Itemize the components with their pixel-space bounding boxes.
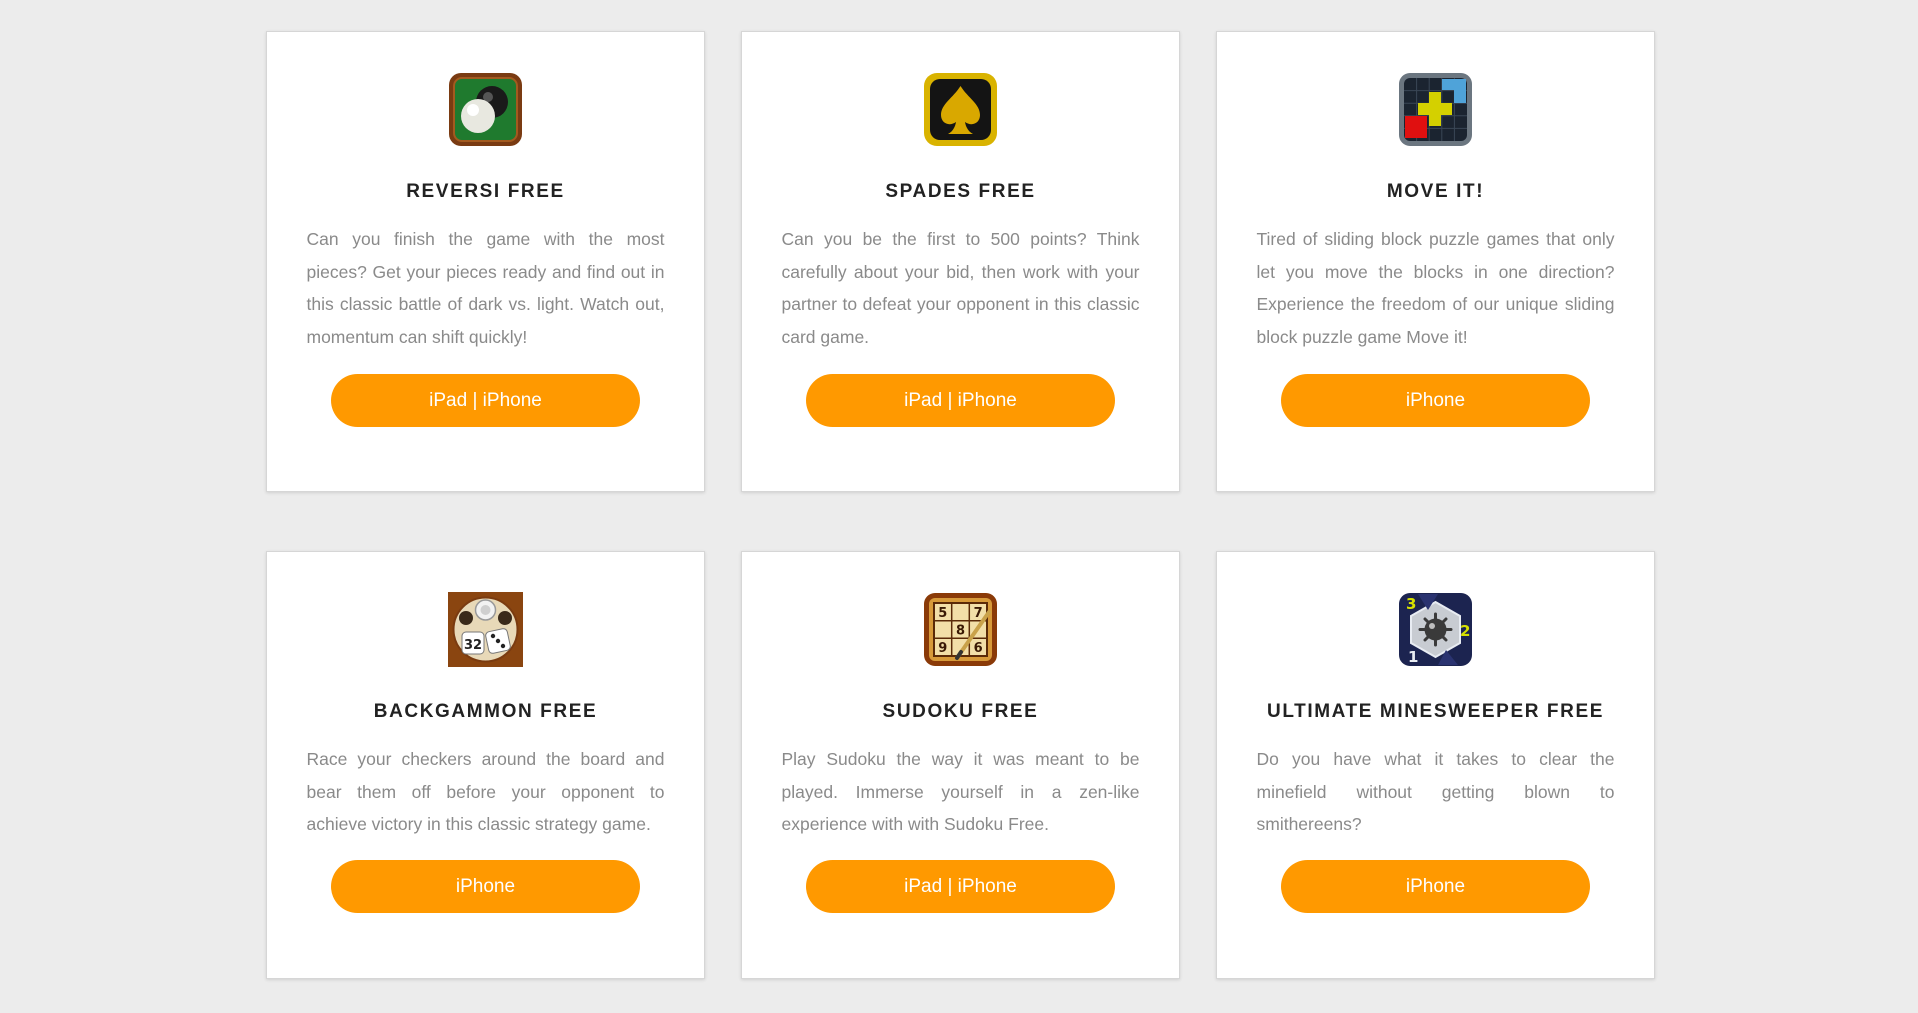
game-card-sudoku: 5 7 8 9 6 SUDOKU FREE Play Sudoku the wa… (741, 551, 1180, 979)
game-title: SPADES FREE (885, 181, 1036, 202)
backgammon-icon: 32 (448, 592, 523, 667)
move-it-icon (1399, 73, 1472, 146)
spades-icon (924, 73, 997, 146)
platform-button[interactable]: iPhone (331, 860, 640, 913)
sudoku-icon-digit: 7 (974, 606, 983, 621)
games-page: REVERSI FREE Can you finish the game wit… (0, 0, 1918, 1013)
game-card-reversi: REVERSI FREE Can you finish the game wit… (266, 31, 705, 492)
sudoku-icon-digit: 8 (956, 624, 965, 639)
game-description: Race your checkers around the board and … (306, 749, 665, 834)
sudoku-icon-digit: 6 (974, 641, 983, 656)
game-title: MOVE IT! (1386, 181, 1485, 202)
game-title: BACKGAMMON FREE (373, 701, 598, 722)
game-card-minesweeper: 3 2 1 ULTIMATE MINESWEEPER FREE Do you h… (1216, 551, 1655, 979)
game-card-spades: SPADES FREE Can you be the first to 500 … (741, 31, 1180, 492)
reversi-icon (449, 73, 522, 146)
game-title: ULTIMATE MINESWEEPER FREE (1267, 701, 1604, 722)
game-card-backgammon: 32 BACKGAMMON FREE Race your checkers ar… (266, 551, 705, 979)
sudoku-icon-digit: 5 (938, 606, 947, 621)
minesweeper-icon-number: 1 (1408, 648, 1418, 666)
game-description: Do you have what it takes to clear the m… (1256, 749, 1615, 834)
game-description: Play Sudoku the way it was meant to be p… (781, 749, 1140, 834)
backgammon-icon-label: 32 (464, 638, 482, 653)
game-description: Tired of sliding block puzzle games that… (1256, 229, 1615, 347)
games-grid: REVERSI FREE Can you finish the game wit… (266, 31, 1655, 979)
minesweeper-icon: 3 2 1 (1399, 593, 1472, 666)
game-description: Can you be the first to 500 points? Thin… (781, 229, 1140, 347)
platform-button[interactable]: iPad | iPhone (331, 374, 640, 427)
game-description: Can you finish the game with the most pi… (306, 229, 665, 347)
game-card-move-it: MOVE IT! Tired of sliding block puzzle g… (1216, 31, 1655, 492)
platform-button[interactable]: iPhone (1281, 860, 1590, 913)
platform-button[interactable]: iPhone (1281, 374, 1590, 427)
platform-button[interactable]: iPad | iPhone (806, 860, 1115, 913)
minesweeper-icon-number: 3 (1406, 595, 1416, 613)
platform-button[interactable]: iPad | iPhone (806, 374, 1115, 427)
minesweeper-icon-number: 2 (1460, 622, 1470, 640)
sudoku-icon: 5 7 8 9 6 (924, 593, 997, 666)
game-title: REVERSI FREE (406, 181, 565, 202)
game-title: SUDOKU FREE (882, 701, 1039, 722)
sudoku-icon-digit: 9 (938, 641, 947, 656)
